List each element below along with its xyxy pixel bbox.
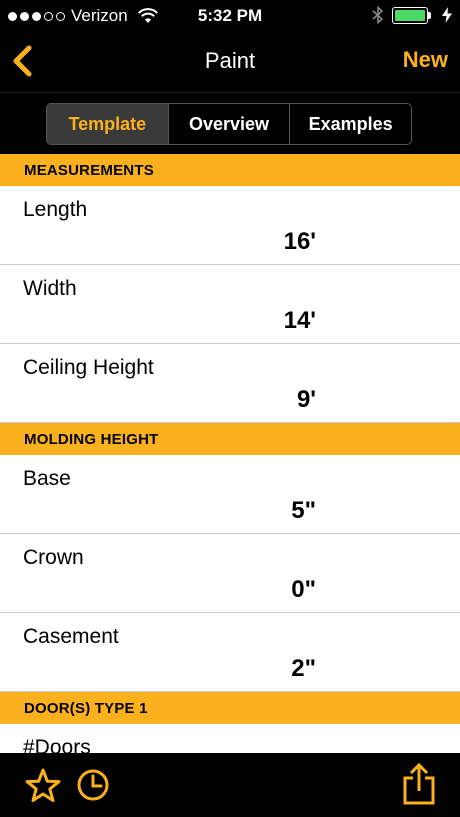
app-screen: Verizon 5:32 PM Paint New Template Overv… (0, 0, 460, 817)
row-label: Base (23, 467, 71, 490)
list-row[interactable]: Length 16' (0, 186, 460, 265)
row-label: #Doors (23, 736, 91, 753)
row-label: Width (23, 277, 77, 300)
list-row[interactable]: Casement 2" (0, 613, 460, 692)
battery-level (395, 9, 425, 21)
new-button[interactable]: New (403, 47, 448, 73)
segmented-control: Template Overview Examples (46, 103, 412, 145)
clock-icon (77, 769, 109, 801)
history-button[interactable] (76, 768, 110, 802)
list-row[interactable]: #Doors (0, 724, 460, 753)
row-value: 2" (291, 655, 316, 682)
segment-template[interactable]: Template (47, 104, 169, 144)
row-label: Ceiling Height (23, 356, 154, 379)
segment-overview[interactable]: Overview (169, 104, 291, 144)
bottom-toolbar (0, 753, 460, 817)
section-header: MEASUREMENTS (0, 154, 460, 186)
section-header: MOLDING HEIGHT (0, 423, 460, 455)
row-value: 5" (291, 497, 316, 524)
share-button[interactable] (402, 762, 436, 805)
status-bar: Verizon 5:32 PM (0, 0, 460, 32)
favorite-button[interactable] (24, 767, 62, 805)
segment-bar: Template Overview Examples (0, 92, 460, 154)
segment-examples[interactable]: Examples (290, 104, 411, 144)
list-row[interactable]: Base 5" (0, 455, 460, 534)
battery-tip (428, 11, 431, 19)
bluetooth-icon (372, 6, 384, 24)
battery-icon (392, 6, 431, 24)
row-label: Crown (23, 546, 84, 569)
form-list[interactable]: MEASUREMENTS Length 16' Width 14' Ceiling Hei… (0, 154, 460, 753)
share-icon (403, 762, 435, 805)
row-value: 16' (283, 228, 316, 255)
charging-icon (442, 7, 452, 23)
row-value: 14' (283, 307, 316, 334)
list-row[interactable]: Crown 0" (0, 534, 460, 613)
row-value: 9' (296, 386, 316, 413)
row-label: Casement (23, 625, 119, 648)
row-value: 0" (291, 576, 316, 603)
list-row[interactable]: Width 14' (0, 265, 460, 344)
status-right (372, 6, 452, 24)
battery-body (392, 6, 428, 24)
row-label: Length (23, 198, 88, 221)
section-header: DOOR(S) TYPE 1 (0, 692, 460, 724)
star-icon (25, 768, 61, 802)
page-title: Paint (204, 48, 256, 73)
navigation-bar: Paint New (0, 32, 460, 92)
list-row[interactable]: Ceiling Height 9' (0, 344, 460, 423)
